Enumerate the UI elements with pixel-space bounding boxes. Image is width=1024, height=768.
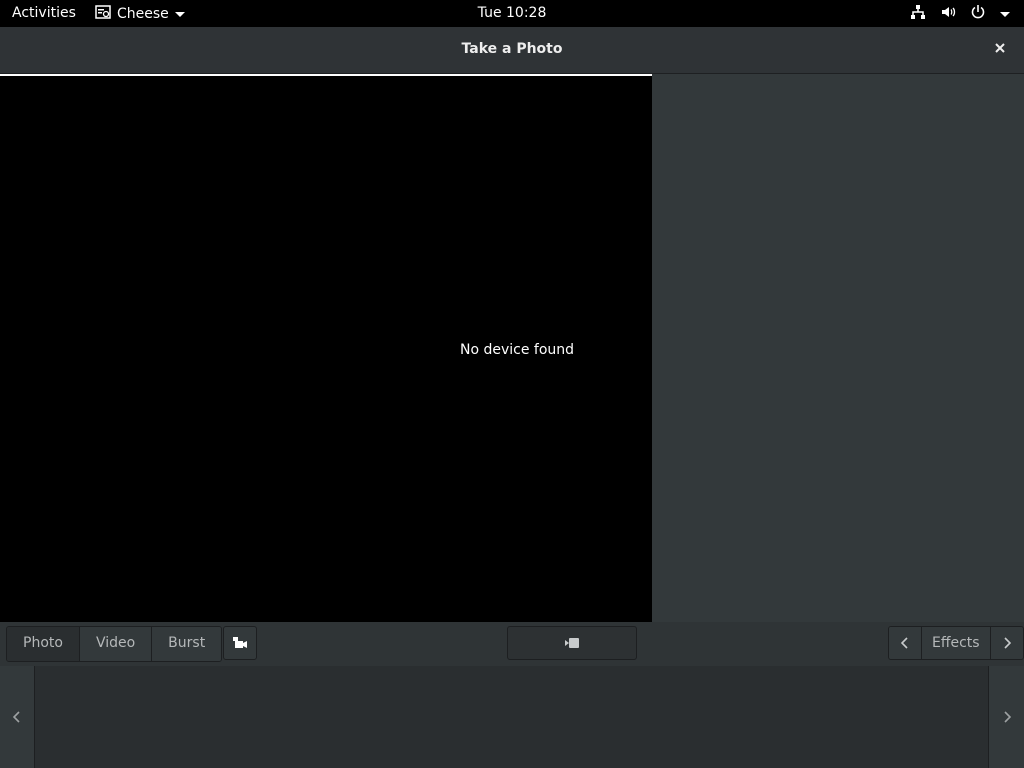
side-panel <box>652 74 1024 622</box>
bottom-toolbar: Photo Video Burst Effects <box>0 622 1024 666</box>
chevron-left-icon <box>13 711 20 723</box>
chevron-left-icon <box>901 637 908 649</box>
mode-switcher: Photo Video Burst <box>6 626 223 662</box>
camera-viewport: No device found <box>0 74 652 622</box>
thumbnail-area[interactable] <box>34 666 989 768</box>
power-icon <box>970 4 986 24</box>
top-bar: Activities Cheese Tue 10:28 <box>0 0 1024 27</box>
window-title: Take a Photo <box>461 41 563 57</box>
close-button[interactable] <box>990 39 1010 59</box>
take-photo-button[interactable] <box>507 626 637 660</box>
network-icon <box>910 4 926 24</box>
no-device-message: No device found <box>460 342 575 358</box>
effects-prev-button[interactable] <box>889 627 922 659</box>
video-mode-button[interactable]: Video <box>79 627 153 661</box>
system-menu[interactable] <box>910 4 1010 24</box>
thumbnails-next-button[interactable] <box>998 708 1016 726</box>
camera-switch-button[interactable] <box>223 626 257 660</box>
effects-switcher: Effects <box>888 626 1024 660</box>
cheese-app-icon <box>95 4 111 24</box>
thumbnail-strip <box>0 666 1024 768</box>
effects-button[interactable]: Effects <box>922 627 990 659</box>
app-menu[interactable]: Cheese <box>95 4 185 24</box>
chevron-right-icon <box>1004 637 1011 649</box>
burst-mode-button[interactable]: Burst <box>152 627 222 661</box>
app-menu-label: Cheese <box>117 6 169 22</box>
volume-icon <box>940 4 956 24</box>
header-bar: Take a Photo <box>0 27 1024 74</box>
activities-button[interactable]: Activities <box>12 5 76 21</box>
thumbnails-prev-button[interactable] <box>8 708 26 726</box>
camera-switch-icon <box>233 637 247 648</box>
chevron-down-icon <box>174 11 185 17</box>
clock[interactable]: Tue 10:28 <box>478 5 547 21</box>
photo-mode-button[interactable]: Photo <box>7 627 80 661</box>
close-icon <box>995 43 1005 53</box>
effects-next-button[interactable] <box>989 627 1023 659</box>
chevron-right-icon <box>1004 711 1011 723</box>
chevron-down-icon <box>1000 11 1010 17</box>
take-photo-icon <box>565 638 579 648</box>
